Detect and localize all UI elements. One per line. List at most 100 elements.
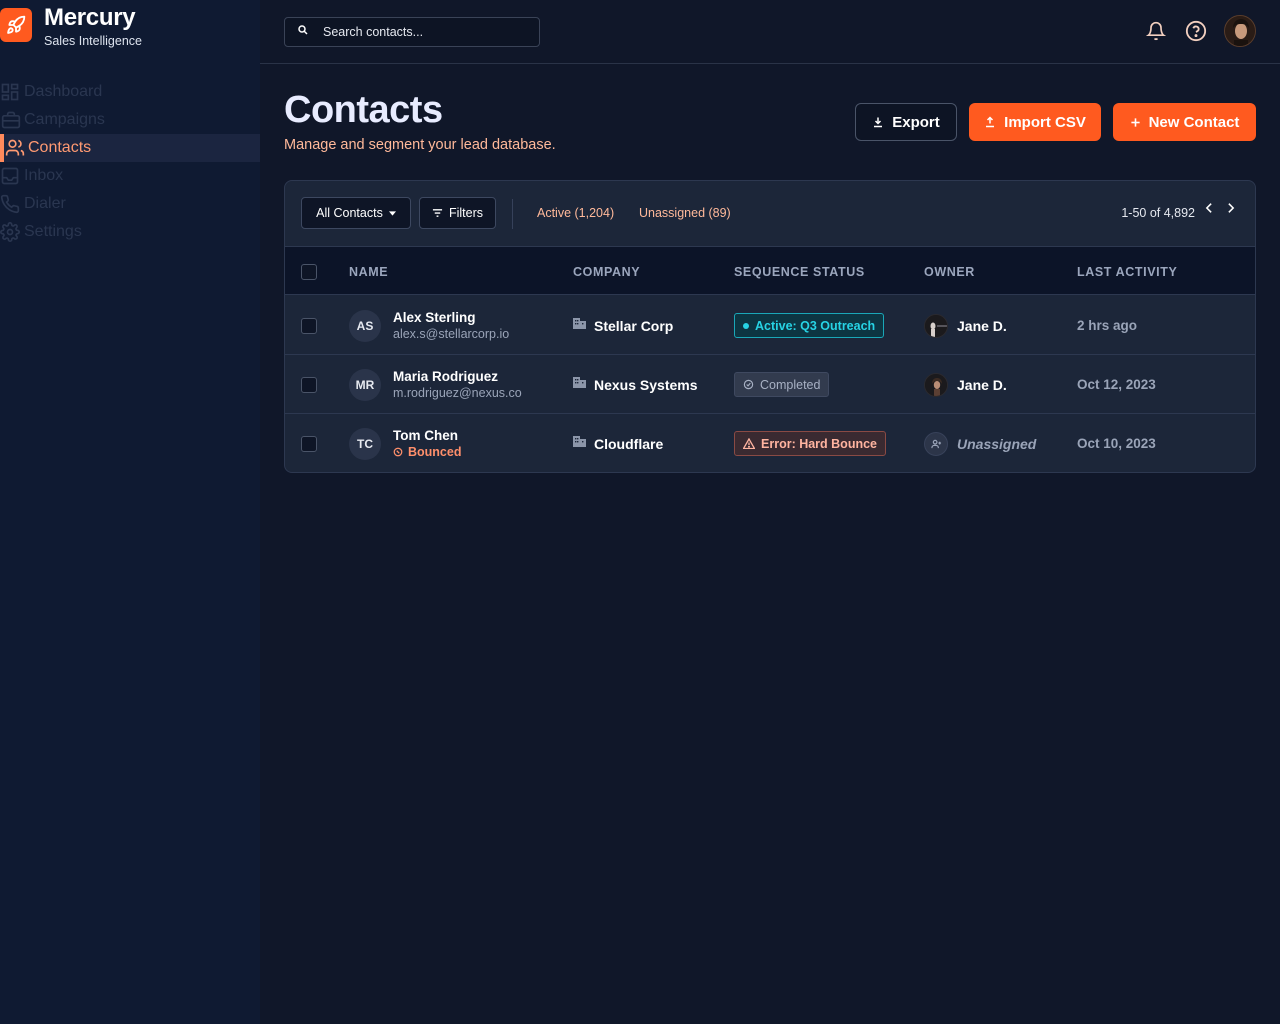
segment-unassigned[interactable]: Unassigned (89)	[639, 206, 731, 220]
page-subtitle: Manage and segment your lead database.	[284, 137, 556, 153]
search-box[interactable]	[284, 17, 540, 47]
company-name: Nexus Systems	[594, 377, 698, 393]
view-dropdown[interactable]: All Contacts	[301, 197, 411, 229]
owner-name: Jane D.	[957, 318, 1007, 334]
building-icon	[573, 435, 586, 447]
contact-company: Stellar Corp	[573, 317, 674, 334]
owner[interactable]: Jane D.	[924, 314, 1007, 338]
contact-name[interactable]: Tom Chen	[393, 428, 458, 443]
sidebar-item-dialer[interactable]: Dialer	[0, 190, 260, 218]
campaigns-icon	[0, 108, 24, 132]
building-icon	[573, 376, 586, 388]
column-header-owner[interactable]: OWNER	[924, 265, 975, 279]
owner[interactable]: Jane D.	[924, 373, 1007, 397]
row-checkbox[interactable]	[301, 377, 317, 393]
page-title: Contacts	[284, 89, 443, 131]
download-icon	[872, 116, 884, 128]
contact-initials-avatar: MR	[349, 369, 381, 401]
sidebar-item-inbox[interactable]: Inbox	[0, 162, 260, 190]
add-user-icon	[924, 432, 948, 456]
table-row[interactable]: MR Maria Rodriguez m.rodriguez@nexus.co …	[285, 355, 1255, 414]
inbox-icon	[0, 164, 24, 188]
contact-name[interactable]: Maria Rodriguez	[393, 369, 498, 384]
sidebar-item-contacts[interactable]: Contacts	[0, 134, 260, 162]
owner-name: Unassigned	[957, 436, 1037, 452]
sidebar-item-campaigns[interactable]: Campaigns	[0, 106, 260, 134]
phone-icon	[0, 192, 24, 216]
sidebar: Mercury Sales Intelligence Dashboard Cam…	[0, 0, 260, 1024]
table-header: NAME COMPANY SEQUENCE STATUS OWNER LAST …	[285, 247, 1255, 295]
dashboard-icon	[0, 80, 24, 104]
status-label: Error: Hard Bounce	[761, 436, 877, 451]
last-activity: 2 hrs ago	[1077, 318, 1138, 333]
building-icon	[573, 317, 586, 329]
check-circle-icon	[743, 379, 754, 390]
search-input[interactable]	[323, 25, 523, 39]
bounced-label: Bounced	[408, 445, 462, 459]
import-csv-button[interactable]: Import CSV	[969, 103, 1101, 141]
view-dropdown-label: All Contacts	[316, 206, 383, 220]
owner-avatar	[924, 314, 948, 338]
export-button[interactable]: Export	[855, 103, 957, 141]
top-bar	[260, 0, 1280, 64]
upload-icon	[984, 116, 996, 128]
owner-name: Jane D.	[957, 377, 1007, 393]
company-name: Cloudflare	[594, 436, 664, 452]
sidebar-item-label: Inbox	[24, 167, 64, 184]
import-csv-label: Import CSV	[1004, 113, 1086, 131]
last-activity: Oct 10, 2023	[1077, 436, 1156, 451]
contact-company: Cloudflare	[573, 435, 664, 452]
sidebar-item-label: Contacts	[28, 139, 92, 156]
caret-down-icon	[388, 210, 396, 216]
column-header-sequence-status[interactable]: SEQUENCE STATUS	[734, 265, 865, 279]
status-label: Active: Q3 Outreach	[755, 318, 876, 333]
contact-name[interactable]: Alex Sterling	[393, 310, 476, 325]
owner[interactable]: Unassigned	[924, 432, 1036, 456]
sidebar-item-settings[interactable]: Settings	[0, 218, 260, 246]
select-all-checkbox[interactable]	[301, 264, 317, 280]
filter-icon	[432, 208, 443, 218]
chevron-left-icon[interactable]	[1201, 200, 1217, 216]
company-name: Stellar Corp	[594, 318, 674, 334]
filters-button[interactable]: Filters	[419, 197, 496, 229]
new-contact-label: New Contact	[1148, 113, 1240, 131]
brand-tagline: Sales Intelligence	[44, 34, 142, 48]
user-avatar[interactable]	[1224, 15, 1256, 47]
column-header-name[interactable]: NAME	[349, 265, 388, 279]
help-icon[interactable]	[1184, 19, 1208, 43]
status-dot-icon	[743, 322, 749, 329]
sidebar-item-label: Campaigns	[24, 111, 105, 128]
contacts-icon	[4, 136, 28, 160]
sidebar-item-label: Settings	[24, 223, 82, 240]
column-header-last-activity[interactable]: LAST ACTIVITY	[1077, 265, 1177, 279]
contacts-card: All Contacts Filters Active (1,204) Unas…	[284, 180, 1256, 473]
status-badge: Error: Hard Bounce	[734, 431, 886, 456]
contact-company: Nexus Systems	[573, 376, 698, 393]
contact-initials-avatar: TC	[349, 428, 381, 460]
brand[interactable]: Mercury Sales Intelligence	[0, 6, 142, 48]
bounced-status: Bounced	[393, 445, 461, 459]
filters-label: Filters	[448, 206, 484, 220]
row-checkbox[interactable]	[301, 318, 317, 334]
warning-triangle-icon	[743, 438, 755, 449]
pagination-info: 1-50 of 4,892	[1121, 206, 1195, 220]
table-row[interactable]: AS Alex Sterling alex.s@stellarcorp.io S…	[285, 296, 1255, 355]
status-badge: Completed	[734, 372, 830, 397]
table-row[interactable]: TC Tom Chen Bounced Cloudflare Error: Ha…	[285, 414, 1255, 472]
brand-name: Mercury	[44, 4, 136, 31]
sidebar-nav: Dashboard Campaigns Contacts Inbox Diale…	[0, 78, 260, 246]
sidebar-item-label: Dashboard	[24, 83, 103, 100]
new-contact-button[interactable]: New Contact	[1113, 103, 1256, 141]
owner-avatar	[924, 373, 948, 397]
contact-email: alex.s@stellarcorp.io	[393, 327, 510, 341]
bell-icon[interactable]	[1144, 19, 1168, 43]
column-header-company[interactable]: COMPANY	[573, 265, 640, 279]
sidebar-item-label: Dialer	[24, 195, 66, 212]
contact-initials-avatar: AS	[349, 310, 381, 342]
chevron-right-icon[interactable]	[1223, 200, 1239, 216]
last-activity: Oct 12, 2023	[1077, 377, 1156, 392]
status-badge: Active: Q3 Outreach	[734, 313, 885, 338]
row-checkbox[interactable]	[301, 436, 317, 452]
sidebar-item-dashboard[interactable]: Dashboard	[0, 78, 260, 106]
segment-active[interactable]: Active (1,204)	[537, 206, 614, 220]
